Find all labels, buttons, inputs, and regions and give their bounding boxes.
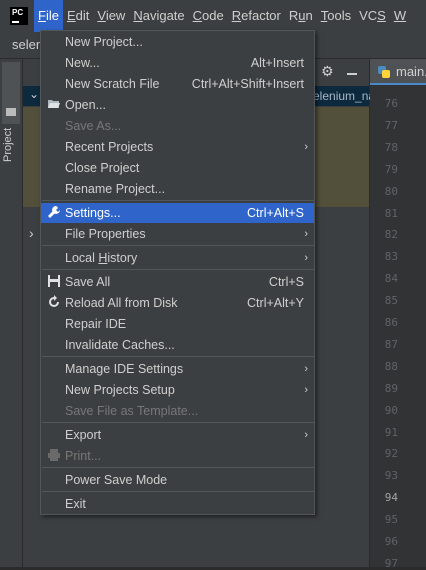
menu-item-new-projects-setup[interactable]: New Projects Setup › — [41, 380, 314, 400]
menu-item-new-project[interactable]: New Project... — [41, 32, 314, 52]
chevron-right-icon[interactable]: › — [29, 225, 34, 241]
python-file-icon — [378, 66, 390, 78]
line-number: 81 — [384, 206, 398, 220]
submenu-arrow-icon: › — [304, 252, 308, 264]
menu-separator — [42, 356, 315, 357]
shortcut-save-all: Ctrl+S — [268, 275, 304, 289]
menu-separator — [42, 245, 315, 246]
file-menu-dropdown: New Project... New... Alt+Insert New Scr… — [40, 30, 315, 515]
wrench-icon — [47, 205, 61, 221]
line-number: 97 — [384, 556, 398, 570]
shortcut-settings: Ctrl+Alt+S — [247, 206, 304, 220]
menu-item-exit[interactable]: Exit — [41, 494, 314, 514]
menu-item-invalidate-caches[interactable]: Invalidate Caches... — [41, 335, 314, 355]
breadcrumb-project[interactable]: selen — [12, 37, 43, 52]
line-number: 86 — [384, 316, 398, 329]
submenu-arrow-icon: › — [304, 228, 308, 240]
menu-separator — [42, 467, 315, 468]
printer-icon — [47, 448, 61, 464]
menu-item-manage-ide-settings[interactable]: Manage IDE Settings › — [41, 359, 314, 379]
menu-item-new[interactable]: New... Alt+Insert — [41, 53, 314, 73]
menu-view[interactable]: View — [93, 0, 129, 32]
gear-icon[interactable]: ⚙ — [321, 63, 334, 80]
folder-icon — [6, 108, 16, 116]
menu-file[interactable]: File — [34, 0, 63, 32]
menu-item-file-properties[interactable]: File Properties › — [41, 224, 314, 244]
line-number: 77 — [384, 118, 398, 132]
menu-item-save-all[interactable]: Save All Ctrl+S — [41, 272, 314, 292]
menu-item-repair-ide[interactable]: Repair IDE — [41, 314, 314, 334]
menu-item-recent-projects[interactable]: Recent Projects › — [41, 137, 314, 157]
minimize-icon[interactable] — [347, 73, 357, 75]
line-number: 94 — [384, 491, 398, 505]
logo-text: PC — [12, 8, 24, 17]
line-number: 96 — [384, 535, 398, 548]
line-number: 82 — [384, 228, 398, 242]
shortcut-new: Alt+Insert — [250, 56, 304, 70]
main-menubar: PC File Edit View Navigate Code Refactor… — [0, 0, 426, 32]
menu-item-export[interactable]: Export › — [41, 425, 314, 445]
line-number: 80 — [384, 184, 398, 198]
menu-window[interactable]: W — [390, 0, 410, 32]
editor-tab-label: main. — [396, 64, 426, 79]
submenu-arrow-icon: › — [304, 363, 308, 375]
line-number: 85 — [384, 294, 398, 308]
menu-item-save-as: Save As... — [65, 119, 122, 133]
menu-item-open[interactable]: Open... — [41, 95, 314, 115]
editor-tab-main[interactable]: main. — [370, 59, 426, 85]
menu-item-power-save-mode[interactable]: Power Save Mode — [41, 470, 314, 490]
menu-item-new-scratch-file[interactable]: New Scratch File Ctrl+Alt+Shift+Insert — [41, 74, 314, 94]
submenu-arrow-icon: › — [304, 429, 308, 441]
line-number: 76 — [384, 97, 398, 110]
menu-item-local-history[interactable]: Local History › — [41, 248, 314, 268]
submenu-arrow-icon: › — [304, 384, 308, 396]
menu-item-reload-all[interactable]: Reload All from Disk Ctrl+Alt+Y — [41, 293, 314, 313]
line-number: 79 — [384, 162, 398, 176]
pycharm-logo-icon: PC — [10, 7, 28, 25]
chevron-down-icon[interactable]: ⌄ — [29, 87, 39, 101]
shortcut-new-scratch: Ctrl+Alt+Shift+Insert — [191, 77, 304, 91]
menu-item-print: Print... — [41, 446, 314, 466]
menu-separator — [42, 269, 315, 270]
menu-code[interactable]: Code — [189, 0, 228, 32]
line-number: 91 — [384, 425, 398, 439]
menu-tools[interactable]: Tools — [317, 0, 355, 32]
line-number: 87 — [384, 337, 398, 351]
menu-item-close-project[interactable]: Close Project — [41, 158, 314, 178]
menu-separator — [42, 491, 315, 492]
menu-separator — [42, 200, 315, 201]
line-number: 83 — [384, 250, 398, 264]
submenu-arrow-icon: › — [304, 141, 308, 153]
menu-separator — [42, 422, 315, 423]
menu-item-rename-project[interactable]: Rename Project... — [41, 179, 314, 199]
menu-vcs[interactable]: VCS — [355, 0, 390, 32]
folder-open-icon — [47, 97, 61, 113]
refresh-icon — [47, 295, 61, 311]
line-number: 89 — [384, 381, 398, 395]
shortcut-reload-all: Ctrl+Alt+Y — [247, 296, 304, 310]
menu-edit[interactable]: Edit — [63, 0, 93, 32]
menu-run[interactable]: Run — [285, 0, 317, 32]
line-number: 78 — [384, 140, 398, 154]
line-number: 88 — [384, 359, 398, 373]
tree-node-label: elenium_na — [313, 89, 376, 103]
line-number: 92 — [384, 447, 398, 461]
menu-item-settings[interactable]: Settings... Ctrl+Alt+S — [41, 203, 314, 223]
menu-item-save-file-as-template: Save File as Template... — [65, 404, 199, 418]
menu-refactor[interactable]: Refactor — [228, 0, 285, 32]
line-number: 84 — [384, 272, 398, 286]
line-number: 95 — [384, 513, 398, 527]
save-icon — [47, 274, 61, 290]
menu-navigate[interactable]: Navigate — [129, 0, 188, 32]
line-number: 93 — [384, 469, 398, 483]
line-number: 90 — [384, 403, 398, 417]
